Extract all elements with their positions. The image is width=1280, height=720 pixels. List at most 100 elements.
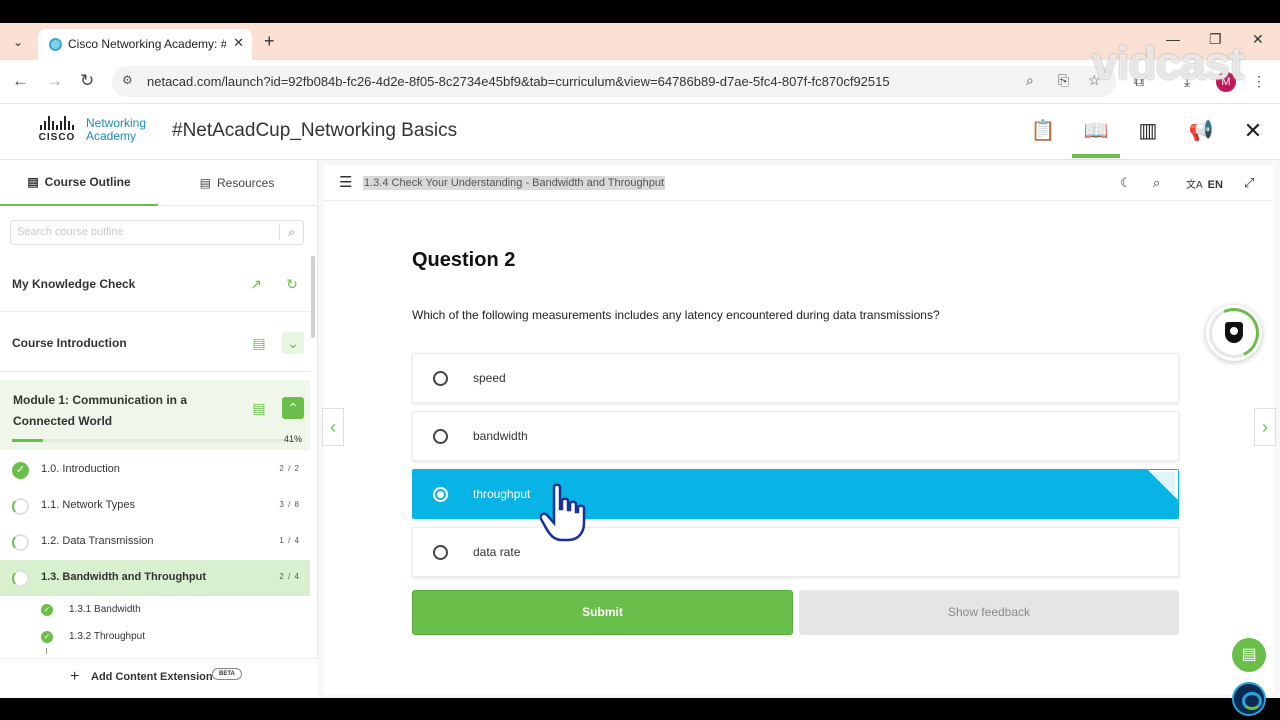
app-header: CISCO Networking Academy #NetAcadCup_Net… [0,104,1280,160]
next-page-chevron-icon[interactable]: › [1254,408,1276,446]
translate-icon: 文A [1186,180,1203,191]
topic-row[interactable]: 1.2. Data Transmission 1 / 4 [0,524,310,560]
tab-search-chevron-icon[interactable]: ⌄ [8,32,28,52]
option-label: throughput [473,487,531,501]
browser-tab[interactable]: Cisco Networking Academy: #N ✕ [38,29,252,60]
course-intro-label: Course Introduction [12,336,127,350]
security-progress-widget[interactable] [1201,300,1267,366]
tab-title: Cisco Networking Academy: #N [68,37,226,51]
clipboard-icon[interactable]: 📋 [1030,118,1056,144]
subtopic-row[interactable]: ✓ 1.3.1 Bandwidth [0,597,310,624]
knowledge-check-row[interactable]: My Knowledge Check ↗ ↻ [0,256,310,312]
topic-count: 2 / 4 [279,572,300,581]
back-icon[interactable]: ← [12,71,29,91]
cisco-wordmark: CISCO [38,132,76,143]
subtopic-row[interactable]: ✓ 1.3.2 Throughput [0,624,310,651]
chevron-up-icon[interactable]: ⌃ [282,397,304,419]
sidebar-scrollbar[interactable] [311,256,315,338]
topic-row[interactable]: ✓ 1.0. Introduction 2 / 2 [0,452,310,488]
tab-resources[interactable]: ▤ Resources [158,160,316,206]
fullscreen-icon[interactable]: ⤢ [1244,175,1254,191]
show-feedback-button[interactable]: Show feedback [799,590,1179,635]
option-label: bandwidth [473,429,528,443]
topic-label: 1.0. Introduction [41,463,120,475]
site-info-icon[interactable]: ⚙ [122,73,133,87]
zoom-search-icon[interactable]: ⌕ [1026,72,1034,89]
topic-count: 3 / 8 [279,500,300,509]
clipboard-icon[interactable]: ▤ [248,332,270,354]
address-bar[interactable]: ⚙ netacad.com/launch?id=92fb084b-fc26-4d… [112,66,1116,97]
topic-label: 1.2. Data Transmission [41,535,154,547]
subtopic-label: 1.3.2 Throughput [69,631,145,642]
watermark: vidcast [1092,37,1245,89]
chevron-down-icon[interactable]: ⌄ [282,332,304,354]
answer-option-selected[interactable]: throughput [412,469,1179,519]
knowledge-check-label: My Knowledge Check [12,277,136,291]
submit-button[interactable]: Submit [412,590,793,635]
check-icon: ✓ [12,462,29,479]
ai-assistant-icon[interactable] [1232,682,1266,716]
clipboard-icon[interactable]: ▤ [248,397,270,419]
search-icon[interactable]: ⌕ [1153,175,1160,191]
browser-menu-icon[interactable]: ⋮ [1252,73,1266,90]
question-panel: Question 2 Which of the following measur… [324,201,1274,716]
course-outline-sidebar: ▤ Course Outline ▤ Resources Search cour… [0,160,318,698]
tab-label: Resources [216,175,275,190]
install-app-icon[interactable]: ⎘ [1058,72,1069,89]
collapse-menu-icon[interactable]: ☰ [339,173,352,191]
previous-page-chevron-icon[interactable]: ‹ [322,408,344,446]
radio-button-checked[interactable] [433,487,448,502]
forward-icon[interactable]: → [46,71,63,91]
screen: ⌄ Cisco Networking Academy: #N ✕ + — ❐ ✕… [0,0,1280,720]
refresh-icon[interactable]: ↻ [281,273,303,295]
answer-option[interactable]: bandwidth [412,411,1179,461]
subtopic-connector [46,648,47,654]
logo-line-2: Academy [86,129,137,143]
browser-tab-bar: ⌄ Cisco Networking Academy: #N ✕ + — ❐ ✕ [0,23,1280,60]
radio-button[interactable] [433,545,448,560]
progress-chart-icon[interactable]: ↗ [245,273,267,295]
dark-mode-moon-icon[interactable]: ☾ [1120,175,1132,191]
close-course-icon[interactable]: ✕ [1240,118,1266,144]
topic-label: 1.1. Network Types [41,499,135,511]
radio-button[interactable] [433,371,448,386]
notes-clipboard-icon[interactable]: ▤ [1232,638,1266,672]
outline-search-input[interactable]: Search course outline ⌕ [10,220,304,245]
search-icon[interactable]: ⌕ [279,225,295,240]
module-progress-fill [12,439,43,442]
module-1-row[interactable]: Module 1: Communication in a Connected W… [0,380,310,450]
close-tab-icon[interactable]: ✕ [233,35,244,51]
url-text[interactable]: netacad.com/launch?id=92fb084b-fc26-4d2e… [147,74,890,89]
option-label: data rate [473,545,521,559]
new-tab-icon[interactable]: + [264,31,275,52]
close-window-icon[interactable]: ✕ [1252,31,1264,48]
beta-badge: BETA [212,668,242,680]
active-tab-indicator [1072,154,1120,158]
course-title: #NetAcadCup_Networking Basics [172,120,458,141]
partial-progress-icon [12,570,29,587]
partial-progress-icon [12,498,29,515]
tab-course-outline[interactable]: ▤ Course Outline [0,160,158,206]
open-book-icon[interactable]: 📖 [1083,118,1109,144]
document-icon: ▤ [199,175,211,190]
book-icon: ▤ [27,175,39,189]
grades-chart-icon[interactable]: ▥ [1135,118,1161,144]
cisco-logo[interactable]: CISCO [36,116,78,146]
plus-icon: + [70,668,80,685]
course-introduction-row[interactable]: Course Introduction ▤ ⌄ [0,312,310,372]
reload-icon[interactable]: ↻ [80,71,94,91]
answer-option[interactable]: data rate [412,527,1179,577]
content-header: ☰ 1.3.4 Check Your Understanding - Bandw… [324,165,1274,201]
cisco-bars-icon [36,116,78,130]
radio-button[interactable] [433,429,448,444]
language-selector[interactable]: 文A EN [1186,176,1223,191]
topic-row-current[interactable]: 1.3. Bandwidth and Throughput 2 / 4 [0,560,310,596]
add-content-extension-button[interactable]: + Add Content Extension BETA [0,658,318,698]
announcements-megaphone-icon[interactable]: 📢 [1188,118,1214,144]
shield-icon [1225,322,1243,343]
module-progress-percent: 41% [283,434,302,444]
check-icon: ✓ [41,604,53,616]
netacad-logo-text: Networking Academy [86,117,146,143]
topic-row[interactable]: 1.1. Network Types 3 / 8 [0,488,310,524]
answer-option[interactable]: speed [412,353,1179,403]
